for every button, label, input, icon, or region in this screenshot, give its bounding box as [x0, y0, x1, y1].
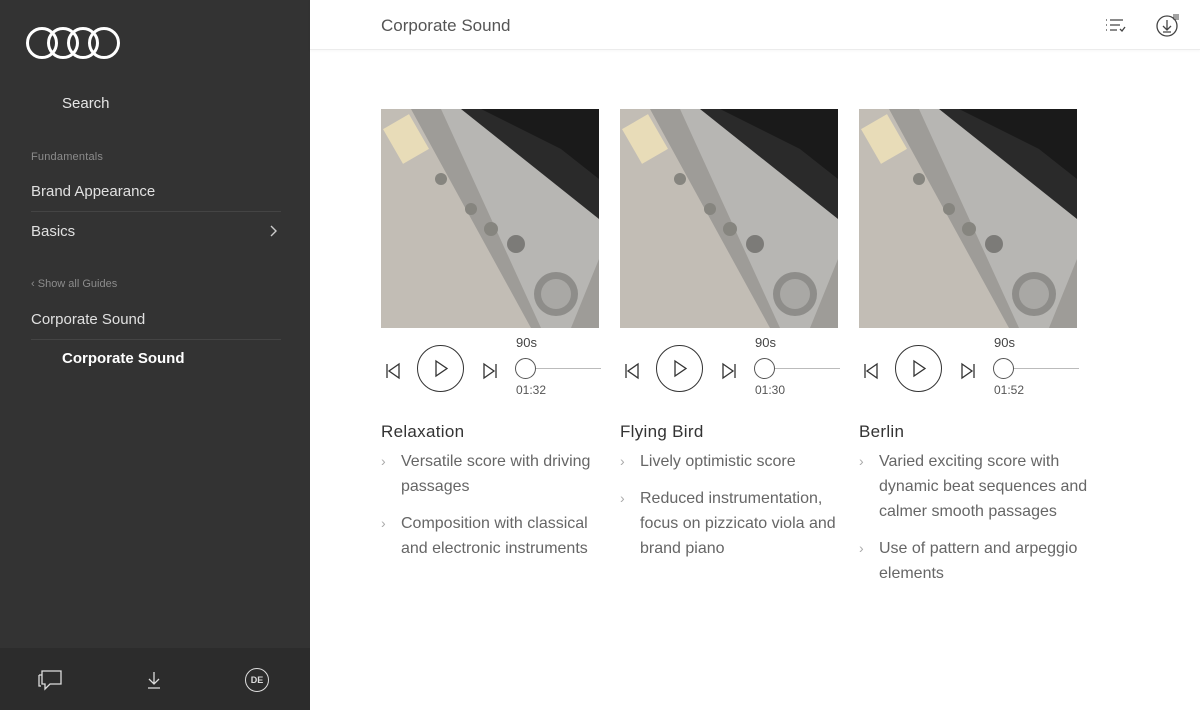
play-button[interactable]	[417, 345, 464, 392]
progress-knob[interactable]	[515, 358, 536, 379]
duration-label: 90s	[994, 335, 1015, 350]
skip-previous-icon[interactable]	[622, 361, 642, 381]
audio-player: 90s 01:30	[620, 335, 852, 425]
track-features: Lively optimistic score Reduced instrume…	[620, 449, 852, 561]
track-features: Versatile score with driving passages Co…	[381, 449, 613, 561]
feature-item: Reduced instrumentation, focus on pizzic…	[620, 486, 852, 561]
track-title: Relaxation	[381, 422, 465, 441]
feature-item: Composition with classical and electroni…	[381, 511, 613, 561]
playlist-icon[interactable]	[1103, 12, 1129, 38]
show-all-guides-link[interactable]: ‹ Show all Guides	[31, 278, 117, 290]
duration-label: 90s	[516, 335, 537, 350]
audio-player: 90s 01:52	[859, 335, 1091, 425]
chevron-right-icon	[269, 212, 279, 252]
time-label: 01:32	[516, 383, 547, 397]
feature-item: Lively optimistic score	[620, 449, 852, 474]
header-bar: Corporate Sound	[310, 0, 1200, 50]
sidebar-item-basics[interactable]: Basics	[31, 212, 281, 252]
chevron-left-icon: ‹	[31, 278, 35, 290]
track-card: 90s 01:30 Flying Bird Lively optimistic …	[620, 109, 852, 573]
page-title: Corporate Sound	[381, 16, 511, 35]
track-title: Berlin	[859, 422, 905, 441]
sidebar-item-corporate-sound[interactable]: Corporate Sound	[31, 300, 281, 340]
time-label: 01:52	[994, 383, 1025, 397]
sidebar-subitem-active[interactable]: Corporate Sound	[62, 350, 185, 367]
play-button[interactable]	[895, 345, 942, 392]
feedback-icon[interactable]	[36, 666, 64, 694]
sidebar-footer: DE	[0, 648, 310, 710]
skip-next-icon[interactable]	[480, 361, 500, 381]
feature-item: Use of pattern and arpeggio elements	[859, 536, 1091, 586]
time-label: 01:30	[755, 383, 786, 397]
download-list-icon[interactable]	[1155, 12, 1181, 38]
play-button[interactable]	[656, 345, 703, 392]
feature-item: Versatile score with driving passages	[381, 449, 613, 499]
skip-next-icon[interactable]	[958, 361, 978, 381]
skip-previous-icon[interactable]	[861, 361, 881, 381]
progress-knob[interactable]	[754, 358, 775, 379]
skip-previous-icon[interactable]	[383, 361, 403, 381]
sidebar: Search Fundamentals Brand Appearance Bas…	[0, 0, 310, 710]
section-label: Fundamentals	[31, 151, 104, 163]
language-label: DE	[245, 668, 269, 692]
sidebar-item-brand-appearance[interactable]: Brand Appearance	[31, 172, 281, 212]
duration-label: 90s	[755, 335, 776, 350]
brand-logo[interactable]	[26, 27, 120, 59]
track-image	[620, 109, 838, 328]
track-card: 90s 01:32 Relaxation Versatile score wit…	[381, 109, 613, 573]
sidebar-item-label: Basics	[31, 223, 76, 240]
track-image	[381, 109, 599, 328]
back-label: Show all Guides	[37, 278, 118, 290]
sidebar-item-label: Corporate Sound	[31, 311, 146, 328]
feature-item: Varied exciting score with dynamic beat …	[859, 449, 1091, 524]
search-link[interactable]: Search	[62, 95, 110, 112]
audio-player: 90s 01:32	[381, 335, 613, 425]
track-image	[859, 109, 1077, 328]
skip-next-icon[interactable]	[719, 361, 739, 381]
track-title: Flying Bird	[620, 422, 704, 441]
language-switch[interactable]: DE	[243, 666, 271, 694]
track-features: Varied exciting score with dynamic beat …	[859, 449, 1091, 586]
track-card: 90s 01:52 Berlin Varied exciting score w…	[859, 109, 1091, 598]
progress-knob[interactable]	[993, 358, 1014, 379]
download-icon[interactable]	[140, 666, 168, 694]
sidebar-item-label: Brand Appearance	[31, 183, 156, 200]
